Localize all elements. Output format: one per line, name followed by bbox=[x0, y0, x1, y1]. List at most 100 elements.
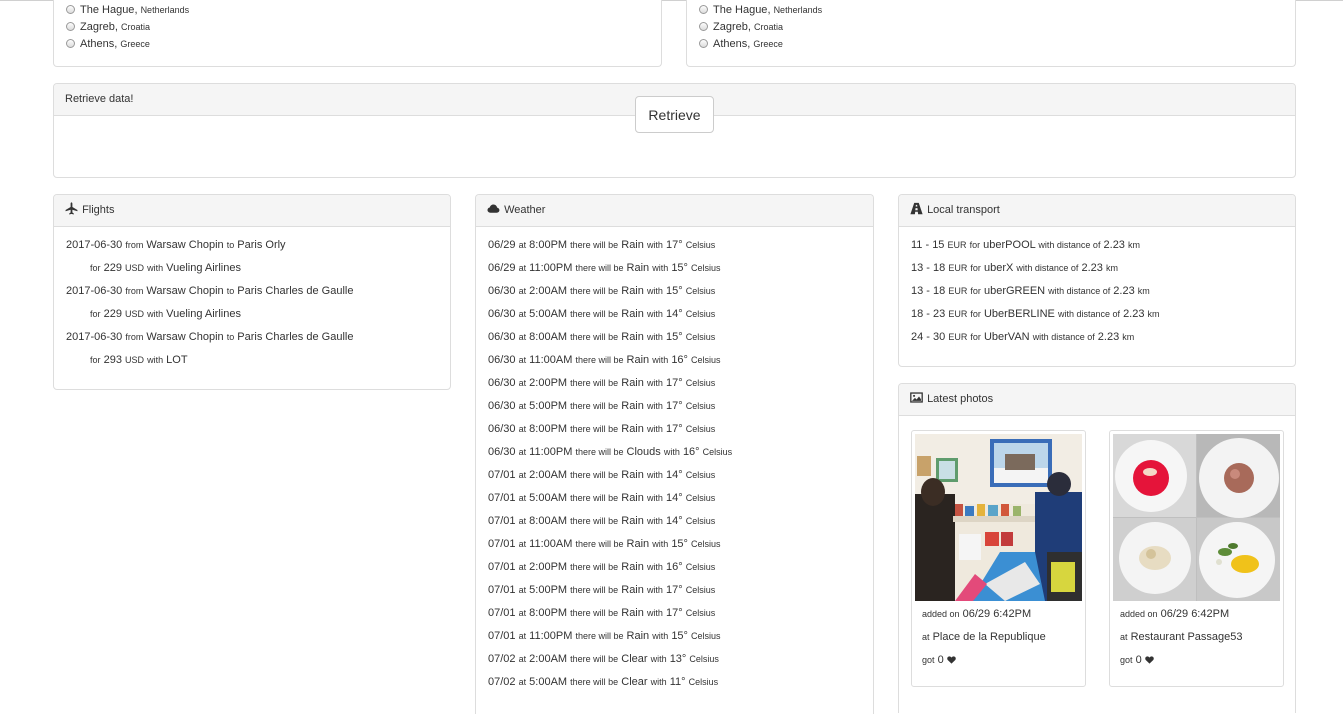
photo-food-image[interactable] bbox=[1113, 434, 1280, 601]
photo-card[interactable]: added on 06/29 6:42PM at Place de la Rep… bbox=[911, 430, 1086, 687]
weather-temperature: 17° bbox=[666, 584, 683, 596]
radio-button[interactable] bbox=[66, 4, 75, 14]
flight-route-row: 2017-06-30 from Warsaw Chopin to Paris C… bbox=[66, 285, 354, 297]
weather-date: 07/02 bbox=[488, 653, 516, 665]
weather-time: 11:00PM bbox=[529, 446, 573, 458]
city-option[interactable]: The Hague, Netherlands bbox=[66, 2, 189, 19]
photo-card[interactable]: added on 06/29 6:42PM at Restaurant Pass… bbox=[1109, 430, 1284, 687]
weather-condition: Rain bbox=[626, 354, 650, 366]
cloud-icon bbox=[487, 204, 500, 213]
city-option[interactable]: Athens, Greece bbox=[66, 36, 189, 53]
flights-heading: Flights bbox=[54, 195, 450, 227]
flight-currency: USD bbox=[125, 263, 145, 273]
weather-time: 8:00PM bbox=[529, 423, 568, 435]
weather-row: 06/30 at 2:00PM there will be Rain with … bbox=[488, 377, 716, 389]
weather-time: 2:00AM bbox=[529, 653, 568, 665]
city-name: The Hague bbox=[713, 4, 768, 16]
weather-temperature: 17° bbox=[666, 377, 683, 389]
weather-condition: Rain bbox=[621, 285, 644, 297]
weather-date: 07/01 bbox=[488, 515, 516, 527]
flight-date: 2017-06-30 bbox=[66, 331, 123, 343]
weather-condition: Clear bbox=[621, 676, 648, 688]
weather-condition: Rain bbox=[621, 400, 644, 412]
weather-row: 06/30 at 8:00PM there will be Rain with … bbox=[488, 423, 716, 435]
flight-price: 229 bbox=[103, 262, 122, 274]
weather-temperature: 13° bbox=[669, 653, 687, 665]
photo-location[interactable]: Place de la Republique bbox=[933, 631, 1046, 643]
heart-icon[interactable] bbox=[947, 655, 956, 664]
weather-condition: Rain bbox=[621, 607, 644, 619]
weather-date: 06/29 bbox=[488, 239, 516, 251]
weather-row: 07/01 at 8:00AM there will be Rain with … bbox=[488, 515, 716, 527]
transport-row: 24 - 30 EUR for UberVAN with distance of… bbox=[911, 331, 1135, 343]
city-option[interactable]: Zagreb, Croatia bbox=[699, 19, 822, 36]
fare-range: 24 - 30 bbox=[911, 331, 946, 343]
weather-time: 2:00AM bbox=[529, 285, 568, 297]
country-name: Croatia bbox=[753, 22, 783, 32]
trip-distance: 2.23 bbox=[1081, 262, 1103, 274]
weather-time: 11:00PM bbox=[529, 630, 573, 642]
city-list-right: The Hague, Netherlands Zagreb, Croatia A… bbox=[699, 2, 822, 53]
weather-date: 06/30 bbox=[488, 400, 516, 412]
photo-location[interactable]: Restaurant Passage53 bbox=[1131, 631, 1243, 643]
radio-button[interactable] bbox=[699, 4, 708, 14]
weather-condition: Rain bbox=[621, 331, 644, 343]
weather-temperature: 14° bbox=[666, 515, 683, 527]
photo-date: 06/29 6:42PM bbox=[1160, 608, 1230, 620]
flight-price: 229 bbox=[103, 308, 122, 320]
weather-temperature: 17° bbox=[666, 607, 683, 619]
weather-condition: Rain bbox=[626, 538, 650, 550]
like-count: 0 bbox=[937, 654, 944, 666]
weather-time: 5:00PM bbox=[529, 400, 568, 412]
flight-destination: Paris Charles de Gaulle bbox=[237, 285, 354, 297]
city-option[interactable]: The Hague, Netherlands bbox=[699, 2, 822, 19]
weather-condition: Rain bbox=[621, 377, 644, 389]
retrieve-panel: Retrieve data! Retrieve bbox=[53, 83, 1296, 178]
city-option[interactable]: Athens, Greece bbox=[699, 36, 822, 53]
weather-condition: Rain bbox=[621, 515, 644, 527]
heart-icon[interactable] bbox=[1145, 655, 1154, 664]
trip-distance: 2.23 bbox=[1113, 285, 1135, 297]
flight-origin: Warsaw Chopin bbox=[146, 285, 224, 297]
weather-temperature: 16° bbox=[666, 561, 683, 573]
weather-temperature: 14° bbox=[666, 308, 683, 320]
weather-date: 06/30 bbox=[488, 446, 516, 458]
flights-title: Flights bbox=[82, 204, 115, 216]
weather-temperature: 17° bbox=[666, 423, 683, 435]
radio-button[interactable] bbox=[66, 38, 75, 48]
weather-row: 06/30 at 5:00AM there will be Rain with … bbox=[488, 308, 716, 320]
transport-row: 11 - 15 EUR for uberPOOL with distance o… bbox=[911, 239, 1140, 251]
weather-row: 07/01 at 2:00AM there will be Rain with … bbox=[488, 469, 716, 481]
weather-row: 07/01 at 11:00PM there will be Rain with… bbox=[488, 630, 721, 642]
radio-button[interactable] bbox=[699, 21, 708, 31]
radio-button[interactable] bbox=[66, 21, 75, 31]
weather-temperature: 14° bbox=[666, 492, 683, 504]
radio-button[interactable] bbox=[699, 38, 708, 48]
weather-condition: Rain bbox=[621, 239, 644, 251]
transport-panel: Local transport 11 - 15 EUR for uberPOOL… bbox=[898, 194, 1296, 367]
plane-icon bbox=[65, 202, 78, 215]
weather-row: 07/01 at 2:00PM there will be Rain with … bbox=[488, 561, 716, 573]
photo-bookshop-image[interactable] bbox=[915, 434, 1082, 601]
weather-title: Weather bbox=[504, 204, 546, 216]
weather-date: 07/01 bbox=[488, 584, 516, 596]
weather-temperature: 17° bbox=[666, 400, 683, 412]
fare-range: 13 - 18 bbox=[911, 285, 946, 297]
flight-airline: LOT bbox=[166, 354, 188, 366]
flight-date: 2017-06-30 bbox=[66, 239, 123, 251]
transport-row: 18 - 23 EUR for UberBERLINE with distanc… bbox=[911, 308, 1160, 320]
photos-heading: Latest photos bbox=[899, 384, 1295, 416]
photos-panel: Latest photos added on 06/29 6:42PM at P… bbox=[898, 383, 1296, 713]
city-option[interactable]: Zagreb, Croatia bbox=[66, 19, 189, 36]
uber-product: uberPOOL bbox=[983, 239, 1036, 251]
weather-row: 06/30 at 8:00AM there will be Rain with … bbox=[488, 331, 716, 343]
weather-time: 5:00PM bbox=[529, 584, 568, 596]
weather-date: 06/30 bbox=[488, 354, 516, 366]
flight-destination: Paris Charles de Gaulle bbox=[237, 331, 354, 343]
city-name: Zagreb bbox=[713, 21, 748, 33]
retrieve-button[interactable]: Retrieve bbox=[635, 96, 714, 133]
trip-distance: 2.23 bbox=[1123, 308, 1145, 320]
uber-product: uberX bbox=[983, 262, 1014, 274]
photos-title: Latest photos bbox=[927, 393, 994, 405]
weather-date: 07/01 bbox=[488, 561, 516, 573]
